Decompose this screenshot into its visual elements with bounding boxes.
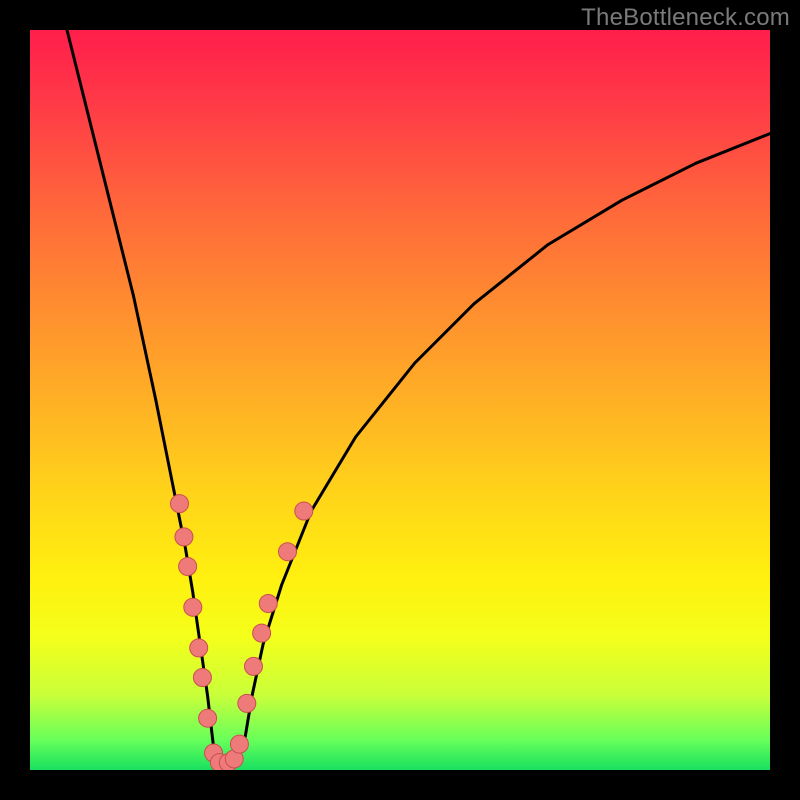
data-point <box>244 657 262 675</box>
data-point <box>184 598 202 616</box>
data-point <box>175 528 193 546</box>
data-point <box>190 639 208 657</box>
data-point <box>253 624 271 642</box>
chart-svg <box>30 30 770 770</box>
plot-area <box>30 30 770 770</box>
data-markers <box>170 495 312 770</box>
data-point <box>279 543 297 561</box>
data-point <box>238 694 256 712</box>
data-point <box>170 495 188 513</box>
curve-path <box>67 30 770 764</box>
data-point <box>259 595 277 613</box>
data-point <box>295 502 313 520</box>
data-point <box>179 558 197 576</box>
bottleneck-curve <box>67 30 770 764</box>
watermark-text: TheBottleneck.com <box>581 4 790 32</box>
chart-frame: TheBottleneck.com <box>0 0 800 800</box>
data-point <box>193 669 211 687</box>
data-point <box>199 709 217 727</box>
data-point <box>230 735 248 753</box>
